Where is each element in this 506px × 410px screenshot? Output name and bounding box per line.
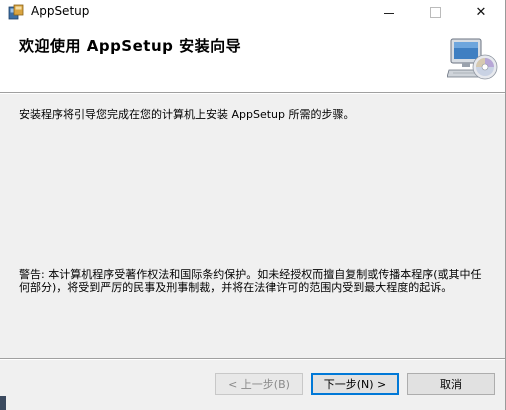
close-icon: ✕ xyxy=(475,4,487,20)
header-divider xyxy=(0,93,505,94)
next-button[interactable]: 下一步(N) > xyxy=(311,373,399,395)
wizard-title: 欢迎使用 AppSetup 安装向导 xyxy=(19,37,242,55)
maximize-button[interactable] xyxy=(412,0,458,24)
wizard-header: 欢迎使用 AppSetup 安装向导 xyxy=(0,24,505,93)
maximize-icon xyxy=(429,6,441,18)
taskbar-edge xyxy=(0,396,6,410)
app-setup-icon xyxy=(8,4,24,20)
setup-computer-cd-icon xyxy=(447,38,498,80)
back-button[interactable]: < 上一步(B) xyxy=(215,373,303,395)
footer-divider-highlight xyxy=(0,359,505,360)
minimize-button[interactable] xyxy=(366,0,412,24)
minimize-icon xyxy=(384,12,394,14)
close-button[interactable]: ✕ xyxy=(458,0,504,24)
setup-window: AppSetup ✕ 欢迎使用 AppSetup 安装向导 安装程序将引导您完成… xyxy=(0,0,506,410)
window-title: AppSetup xyxy=(31,4,90,18)
title-bar[interactable]: AppSetup ✕ xyxy=(0,0,505,24)
cancel-button[interactable]: 取消 xyxy=(407,373,495,395)
intro-text: 安装程序将引导您完成在您的计算机上安装 AppSetup 所需的步骤。 xyxy=(19,108,355,121)
copyright-warning: 警告: 本计算机程序受著作权法和国际条约保护。如未经授权而擅自复制或传播本程序(… xyxy=(19,268,482,294)
